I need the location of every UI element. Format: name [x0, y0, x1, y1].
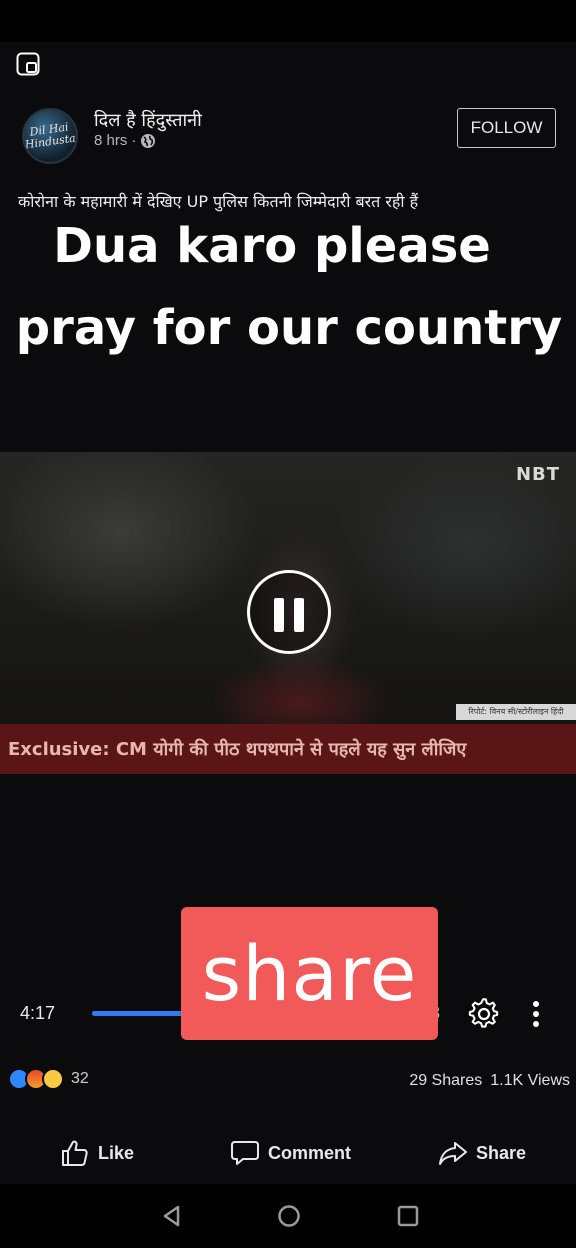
comment-bubble-icon: [231, 1141, 259, 1165]
avatar-logo-text: Dil Hai Hindustani: [24, 120, 78, 152]
post-stats: 29 Shares 1.1K Views: [409, 1072, 570, 1090]
back-icon[interactable]: [158, 1202, 186, 1230]
share-sticker: share: [181, 907, 438, 1040]
more-options-icon[interactable]: [526, 998, 546, 1030]
comment-label: Comment: [268, 1142, 352, 1163]
reaction-count: 32: [71, 1070, 89, 1087]
overlay-text-line-1: Dua karo please: [53, 218, 491, 274]
overlay-text-line-2: pray for our country: [15, 300, 563, 356]
meta-separator: ·: [131, 132, 137, 149]
like-button[interactable]: Like: [60, 1135, 134, 1171]
like-label: Like: [98, 1142, 135, 1163]
page-avatar[interactable]: Dil Hai Hindustani: [22, 108, 78, 164]
home-icon[interactable]: [275, 1202, 303, 1230]
share-button[interactable]: Share: [438, 1135, 526, 1171]
ticker-text: Exclusive: CM योगी की पीठ थपथपाने से पहल…: [8, 739, 467, 760]
follow-button[interactable]: FOLLOW: [457, 108, 556, 148]
views-count: 1.1K Views: [490, 1072, 570, 1089]
pause-button[interactable]: [247, 570, 331, 654]
gear-icon[interactable]: [468, 998, 500, 1030]
shares-count[interactable]: 29 Shares: [409, 1072, 482, 1090]
status-bar: [0, 0, 576, 42]
post-meta: 8 hrs ·: [94, 132, 156, 149]
share-sticker-text: share: [201, 929, 418, 1018]
sad-reaction-icon: [42, 1068, 64, 1090]
picture-in-picture-icon[interactable]: [16, 52, 40, 76]
news-ticker: Exclusive: CM योगी की पीठ थपथपाने से पहल…: [0, 724, 576, 774]
channel-logo: NBT: [515, 464, 560, 485]
progress-fill: [92, 1011, 184, 1016]
post-caption: कोरोना के महामारी में देखिए UP पुलिस कित…: [18, 192, 419, 211]
thumbs-up-icon: [62, 1140, 88, 1166]
globe-icon: [141, 133, 156, 148]
comment-button[interactable]: Comment: [230, 1135, 351, 1171]
page-name[interactable]: दिल है हिंदुस्तानी: [94, 108, 202, 132]
pause-icon: [274, 598, 284, 632]
post-time: 8 hrs: [94, 132, 128, 149]
system-nav-bar: [0, 1184, 576, 1248]
recents-icon[interactable]: [394, 1202, 422, 1230]
share-label: Share: [476, 1142, 527, 1163]
video-credit: रिपोर्ट: विनय सी/स्टोरीलाइन हिंदी: [456, 704, 576, 720]
share-arrow-icon: [439, 1142, 467, 1165]
elapsed-time: 4:17: [20, 1003, 56, 1023]
reactions-summary[interactable]: 32: [8, 1068, 89, 1090]
